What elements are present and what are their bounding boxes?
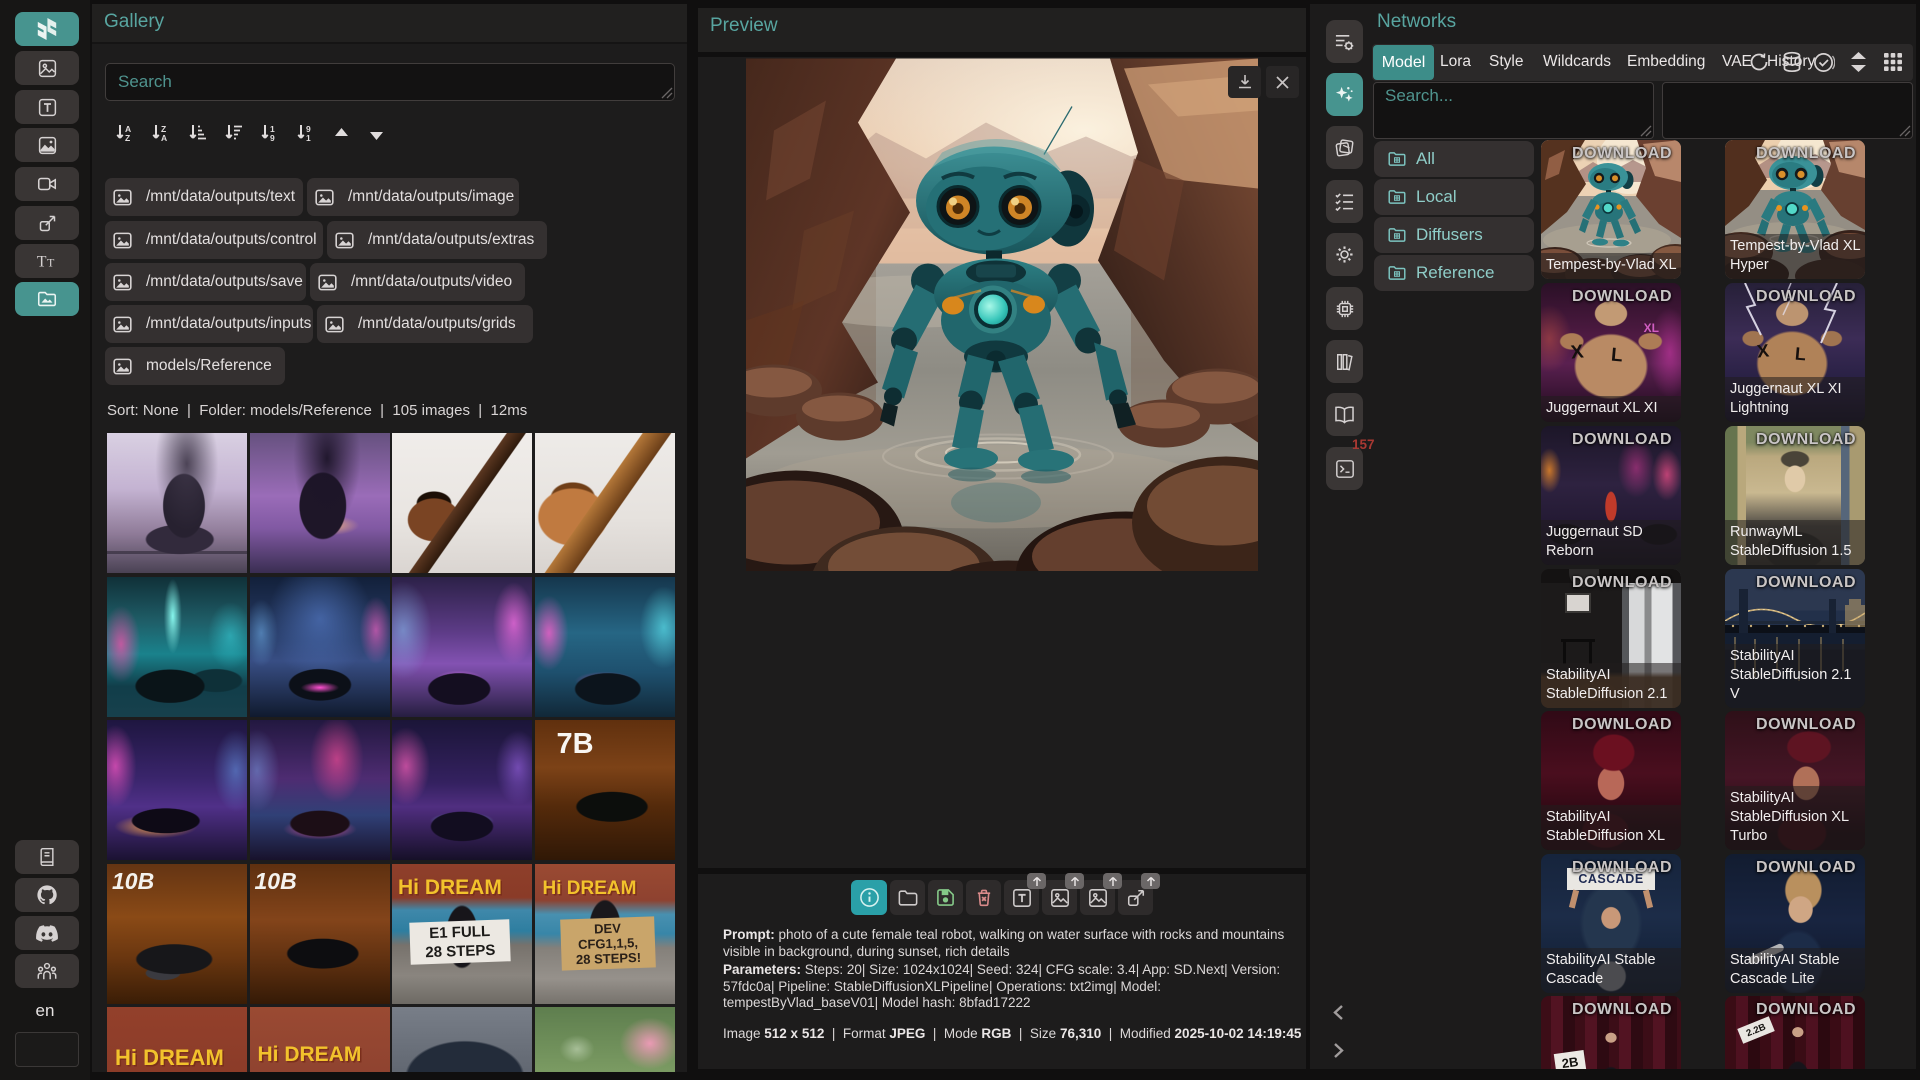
- svg-text:T: T: [37, 254, 47, 271]
- svg-text:1: 1: [306, 133, 311, 142]
- svg-text:A: A: [161, 133, 167, 142]
- svg-text:T: T: [47, 256, 55, 270]
- svg-text:Z: Z: [125, 133, 130, 142]
- svg-text:9: 9: [270, 133, 275, 142]
